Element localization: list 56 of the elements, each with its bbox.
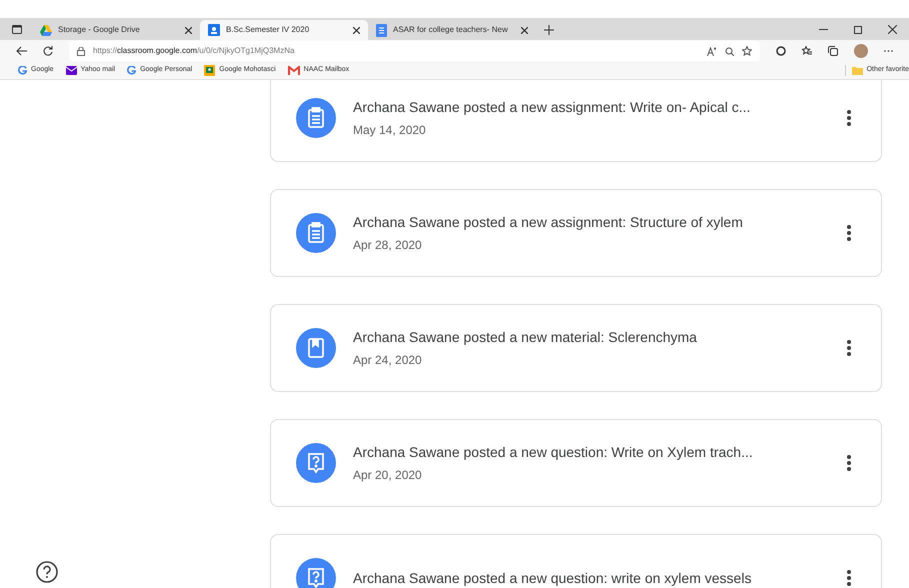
help-icon[interactable] <box>36 561 58 583</box>
post-date: Apr 20, 2020 <box>353 467 423 484</box>
folder-icon <box>852 66 863 75</box>
post-date: Apr 24, 2020 <box>353 352 423 369</box>
m-logo-icon <box>288 66 300 75</box>
url-text: https://classroom.google.com/u/0/c/NjkyOTg1MjQ3MzNa <box>93 45 296 57</box>
clipboard-icon <box>296 98 336 138</box>
document-logo-icon <box>376 24 387 36</box>
post-date: Apr 28, 2020 <box>353 237 423 254</box>
close-icon[interactable] <box>521 26 528 34</box>
profile-avatar[interactable] <box>854 44 868 58</box>
close-icon[interactable] <box>888 25 897 34</box>
stream-post-card[interactable]: Archana Sawane posted a new assignment: Structure of xylem Apr 28, 2020 <box>270 189 882 277</box>
question-bubble-icon <box>296 443 336 483</box>
post-title: Archana Sawane posted a new material: Sclerenchyma <box>353 328 698 347</box>
refresh-icon[interactable] <box>43 46 53 56</box>
browser-tab[interactable]: B.Sc.Semester IV 2020 <box>200 20 368 40</box>
close-icon[interactable] <box>185 26 192 34</box>
triangle-logo-icon <box>40 24 52 36</box>
book-icon <box>296 328 336 368</box>
post-date: May 14, 2020 <box>353 122 427 139</box>
stream-post-card[interactable]: Archana Sawane posted a new assignment: Write on- Apical c... May 14, 2020 <box>270 80 882 162</box>
stream-post-card[interactable]: Archana Sawane posted a new question: write on xylem vessels <box>270 534 882 588</box>
classroom-logo-icon <box>208 24 220 36</box>
star-icon[interactable] <box>742 46 752 56</box>
envelope-icon <box>66 66 77 75</box>
post-title: Archana Sawane posted a new assignment: Write on- Apical c... <box>353 98 752 117</box>
g-logo-icon <box>127 66 136 75</box>
close-icon[interactable] <box>353 26 360 34</box>
lock-icon <box>77 46 85 56</box>
collections-icon[interactable] <box>828 46 838 56</box>
more-options-icon[interactable] <box>847 225 851 241</box>
stream-post-card[interactable]: Archana Sawane posted a new material: Sclerenchyma Apr 24, 2020 <box>270 304 882 392</box>
more-options-icon[interactable] <box>847 340 851 356</box>
tab-title: Storage - Google Drive <box>58 24 141 36</box>
tab-actions-icon[interactable] <box>12 25 22 34</box>
stream-post-card[interactable]: Archana Sawane posted a new question: Write on Xylem trach... Apr 20, 2020 <box>270 419 882 507</box>
post-title: Archana Sawane posted a new question: Write on Xylem trach... <box>353 443 754 462</box>
tab-title: B.Sc.Semester IV 2020 <box>226 24 310 36</box>
more-options-icon[interactable] <box>847 570 851 586</box>
back-arrow-icon[interactable] <box>16 46 27 56</box>
post-title: Archana Sawane posted a new assignment: Structure of xylem <box>353 213 744 232</box>
question-bubble-icon <box>296 558 336 588</box>
more-options-icon[interactable] <box>847 110 851 126</box>
clipboard-icon <box>296 213 336 253</box>
tab-title: ASAR for college teachers- New <box>393 24 509 36</box>
g-logo-icon <box>18 66 27 75</box>
zoom-icon[interactable] <box>725 46 734 56</box>
post-title: Archana Sawane posted a new question: write on xylem vessels <box>353 568 752 588</box>
classroom-logo-icon <box>204 65 216 76</box>
address-bar[interactable]: https://classroom.google.com/u/0/c/NjkyOTg1MjQ3MzNa <box>69 41 760 61</box>
more-options-icon[interactable] <box>847 455 851 471</box>
read-aloud-icon[interactable] <box>707 46 717 56</box>
favorites-icon[interactable] <box>802 46 812 56</box>
restore-icon[interactable] <box>854 26 862 34</box>
new-tab-icon[interactable] <box>544 25 554 35</box>
